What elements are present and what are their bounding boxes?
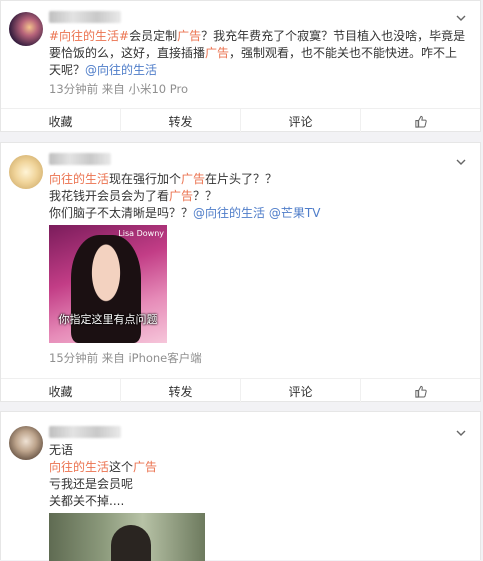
text-segment: 会员定制	[129, 29, 178, 43]
topic-link[interactable]: 广告	[177, 29, 201, 43]
chevron-down-icon[interactable]	[454, 426, 468, 440]
thumbs-up-icon	[415, 385, 427, 398]
text-segment: ？？	[193, 189, 218, 203]
action-bar: 收藏 转发 评论	[1, 378, 480, 403]
action-bar: 收藏 转发 评论	[1, 108, 480, 133]
text-segment: 现在强行加个	[109, 172, 182, 186]
avatar[interactable]	[9, 12, 43, 46]
collect-button[interactable]: 收藏	[1, 379, 121, 403]
text-line: 要恰饭的么，这好，直接插播广告，强制观看，也不能关也不能快进。咋不上	[49, 45, 466, 62]
post-card: 向往的生活现在强行加个广告在片头了？？ 我花钱开会员会为了看广告？？ 你们脑子不…	[0, 142, 481, 403]
mention-link[interactable]: @向往的生活	[193, 206, 265, 220]
topic-link[interactable]: #向往的生活#	[49, 29, 129, 43]
post-image[interactable]	[49, 513, 205, 561]
topic-link[interactable]: 广告	[169, 189, 193, 203]
image-caption: 你指定这里有点问题	[58, 313, 158, 326]
text-line: 你们脑子不太清晰是吗？？@向往的生活 @芒果TV	[49, 205, 466, 222]
text-segment: 这个	[109, 460, 134, 474]
text-line: 关都关不掉....	[49, 493, 466, 510]
like-button[interactable]	[361, 379, 480, 403]
avatar[interactable]	[9, 426, 43, 460]
username[interactable]	[49, 11, 121, 23]
image-overlay-text: Lisa Downy	[118, 229, 164, 238]
repost-button[interactable]: 转发	[121, 109, 241, 133]
username[interactable]	[49, 153, 111, 165]
topic-link[interactable]: 广告	[133, 460, 157, 474]
post-card: 无语 向往的生活这个广告 亏我还是会员呢 关都关不掉....	[0, 411, 481, 561]
text-segment: 无语	[49, 443, 74, 457]
post-meta: 15分钟前 来自 iPhone客户端	[49, 351, 202, 365]
post-text: #向往的生活#会员定制广告？我充年费充了个寂寞？节目植入也没啥，毕竟是 要恰饭的…	[49, 28, 466, 79]
text-line: 我花钱开会员会为了看广告？？	[49, 188, 466, 205]
text-line: 向往的生活这个广告	[49, 459, 466, 476]
text-segment: 天呢？	[49, 63, 86, 77]
avatar[interactable]	[9, 155, 43, 189]
text-segment: 关都关不掉....	[49, 494, 125, 508]
topic-link[interactable]: 广告	[181, 172, 205, 186]
text-line: 无语	[49, 442, 466, 459]
text-line: 天呢？@向往的生活	[49, 62, 466, 79]
collect-button[interactable]: 收藏	[1, 109, 121, 133]
thumbs-up-icon	[415, 115, 427, 128]
chevron-down-icon[interactable]	[454, 11, 468, 25]
topic-link[interactable]: 向往的生活	[49, 172, 109, 186]
comment-button[interactable]: 评论	[241, 109, 361, 133]
chevron-down-icon[interactable]	[454, 155, 468, 169]
comment-button[interactable]: 评论	[241, 379, 361, 403]
text-segment: 要恰饭的么，这好，直接插播	[49, 46, 206, 60]
post-card: #向往的生活#会员定制广告？我充年费充了个寂寞？节目植入也没啥，毕竟是 要恰饭的…	[0, 0, 481, 133]
text-segment: 你们脑子不太清晰是吗？？	[49, 206, 194, 220]
text-segment: ，强制观看，也不能关也不能快进。咋不上	[229, 46, 458, 60]
mention-link[interactable]: @芒果TV	[269, 206, 321, 220]
post-meta: 13分钟前 来自 小米10 Pro	[49, 82, 188, 96]
post-image[interactable]: Lisa Downy 你指定这里有点问题	[49, 225, 167, 343]
username[interactable]	[49, 426, 121, 438]
like-button[interactable]	[361, 109, 480, 133]
text-line: 向往的生活现在强行加个广告在片头了？？	[49, 171, 466, 188]
text-line: 亏我还是会员呢	[49, 476, 466, 493]
post-text: 向往的生活现在强行加个广告在片头了？？ 我花钱开会员会为了看广告？？ 你们脑子不…	[49, 171, 466, 222]
text-segment: 我花钱开会员会为了看	[49, 189, 170, 203]
text-segment: ？我充年费充了个寂寞？节目植入也没啥，毕竟是	[201, 29, 466, 43]
text-segment: 亏我还是会员呢	[49, 477, 134, 491]
text-line: #向往的生活#会员定制广告？我充年费充了个寂寞？节目植入也没啥，毕竟是	[49, 28, 466, 45]
image-figure	[111, 525, 151, 561]
mention-link[interactable]: @向往的生活	[85, 63, 157, 77]
topic-link[interactable]: 广告	[205, 46, 229, 60]
post-text: 无语 向往的生活这个广告 亏我还是会员呢 关都关不掉....	[49, 442, 466, 510]
repost-button[interactable]: 转发	[121, 379, 241, 403]
text-segment: 在片头了？？	[205, 172, 278, 186]
topic-link[interactable]: 向往的生活	[49, 460, 109, 474]
